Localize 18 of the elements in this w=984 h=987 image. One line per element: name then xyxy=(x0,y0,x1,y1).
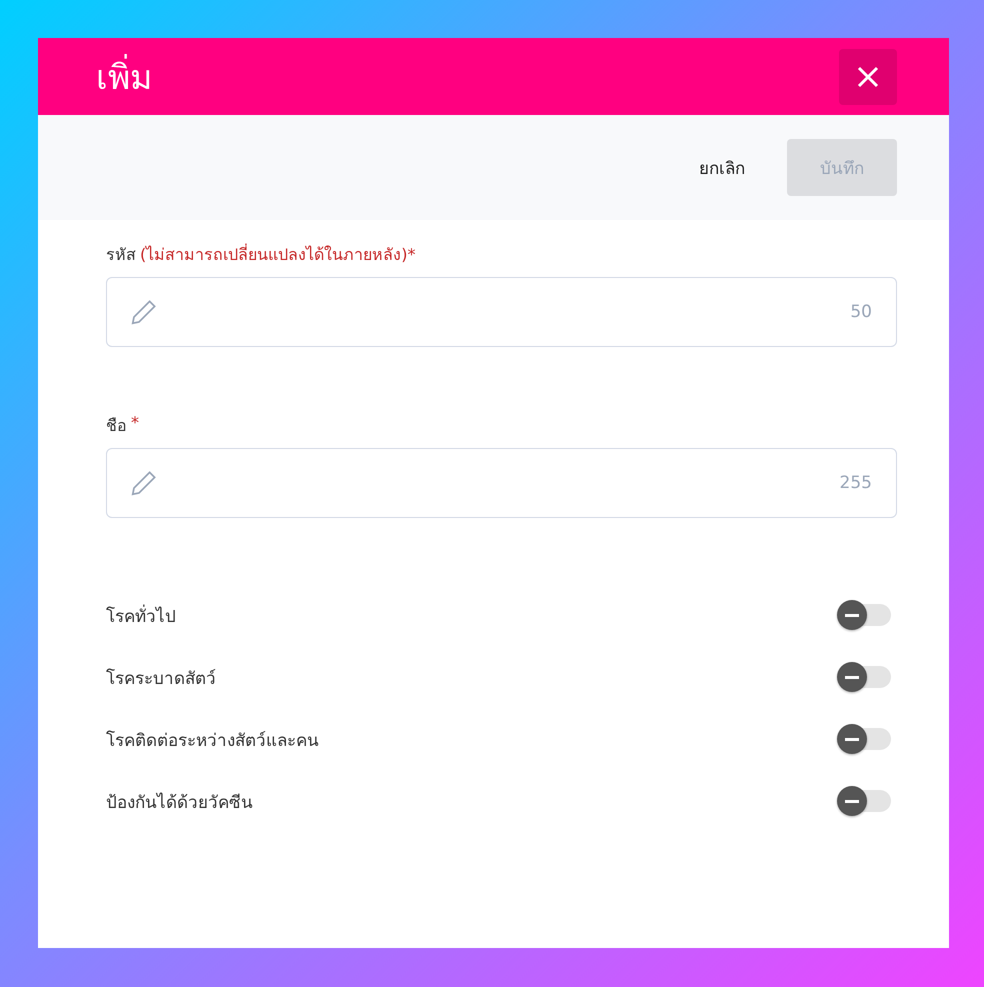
toggle-label: ป้องกันได้ด้วยวัคซีน xyxy=(106,792,253,814)
field-hint: * xyxy=(131,413,139,434)
input-field[interactable]: 50 xyxy=(106,277,897,347)
input-field[interactable]: 255 xyxy=(106,448,897,518)
minus-icon xyxy=(845,800,859,802)
cancel-button[interactable]: ยกเลิก xyxy=(699,148,745,187)
toggle-label: โรคติดต่อระหว่างสัตว์และคน xyxy=(106,730,319,752)
toggle-label: โรคระบาดสัตว์ xyxy=(106,668,216,690)
close-icon xyxy=(857,66,879,88)
minus-icon xyxy=(845,676,859,678)
field-label: ชือ xyxy=(106,415,127,437)
dialog-title: เพิ่ม xyxy=(96,50,152,104)
minus-icon xyxy=(845,614,859,616)
field-hint: (ไม่สามารถเปลี่ยนแปลงได้ในภายหลัง)* xyxy=(140,242,416,266)
close-button[interactable] xyxy=(839,48,897,104)
minus-icon xyxy=(845,738,859,740)
toggle-label: โรคทั่วไป xyxy=(106,604,176,628)
field-label: รหัส xyxy=(106,244,136,266)
